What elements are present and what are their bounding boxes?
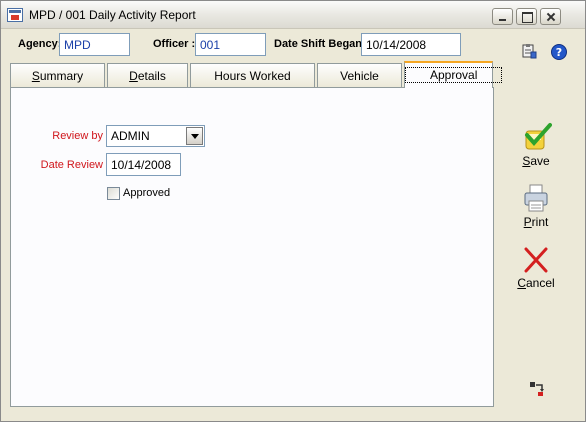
cancel-button[interactable]: Cancel (511, 247, 561, 290)
officer-field[interactable]: 001 (195, 33, 266, 56)
review-by-select[interactable]: ADMIN (106, 125, 205, 147)
save-button[interactable]: Save (511, 121, 561, 168)
tab-summary-accel: S (31, 69, 40, 83)
clipboard-icon[interactable] (521, 43, 537, 59)
cancel-x-icon (511, 247, 561, 273)
tab-details-accel: D (129, 69, 138, 83)
tab-summary-label: ummary (39, 69, 84, 83)
app-window: MPD / 001 Daily Activity Report Agency: … (0, 0, 586, 422)
cancel-accel: C (517, 276, 526, 290)
tab-details-label: etails (137, 69, 166, 83)
agency-field[interactable]: MPD (59, 33, 130, 56)
date-review-field[interactable]: 10/14/2008 (106, 153, 181, 176)
cancel-label: ancel (525, 276, 555, 290)
tab-approval-label: Approval (405, 67, 503, 83)
date-review-label: Date Review (40, 159, 103, 171)
title-bar[interactable]: MPD / 001 Daily Activity Report (1, 1, 585, 29)
tab-vehicle[interactable]: Vehicle (317, 63, 402, 87)
maximize-icon[interactable] (516, 8, 537, 25)
officer-label: Officer : (153, 38, 196, 50)
tab-bar: Summary Details Hours Worked Vehicle App… (10, 61, 503, 88)
close-icon[interactable] (540, 8, 561, 25)
svg-text:?: ? (556, 46, 562, 59)
save-check-icon (511, 121, 561, 153)
window-title: MPD / 001 Daily Activity Report (29, 8, 196, 22)
print-button[interactable]: Print (511, 183, 561, 229)
tab-hours-worked[interactable]: Hours Worked (190, 63, 315, 87)
shift-date-field[interactable]: 10/14/2008 (361, 33, 461, 56)
tab-approval[interactable]: Approval (404, 61, 503, 88)
minimize-icon[interactable] (492, 8, 513, 25)
printer-icon (511, 183, 561, 213)
tab-vehicle-label: Vehicle (340, 69, 379, 83)
tab-summary[interactable]: Summary (10, 63, 105, 87)
help-icon[interactable]: ? (551, 44, 567, 60)
chevron-down-icon[interactable] (186, 127, 203, 145)
print-accel: P (523, 215, 532, 229)
approved-label: Approved (123, 187, 171, 199)
print-label: rint (531, 215, 549, 229)
tab-details[interactable]: Details (107, 63, 188, 87)
shift-date-label: Date Shift Began : (274, 38, 369, 50)
review-by-label: Review by (52, 130, 103, 142)
app-icon (7, 8, 23, 22)
swap-icon[interactable] (529, 381, 545, 397)
tab-hours-worked-label: Hours Worked (214, 69, 291, 83)
review-by-value: ADMIN (111, 129, 150, 143)
approved-checkbox[interactable] (107, 187, 120, 200)
save-label: ave (530, 154, 550, 168)
agency-label: Agency: (18, 38, 62, 50)
